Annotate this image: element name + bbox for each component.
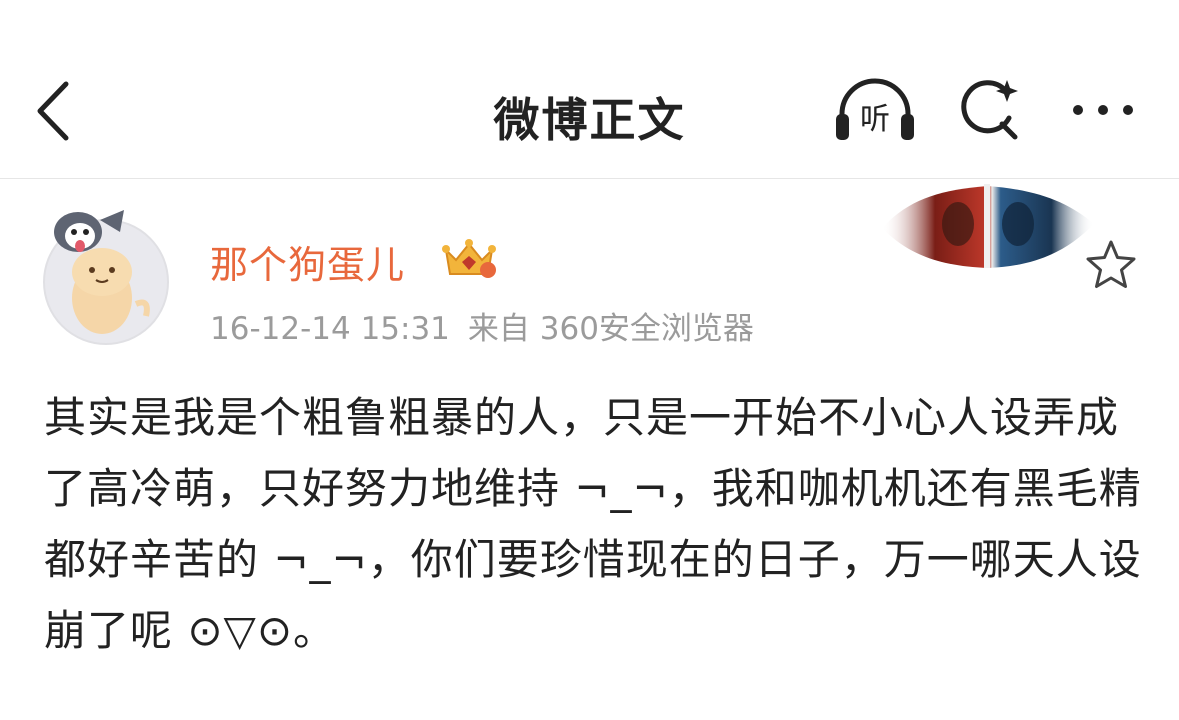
post-timestamp: 16-12-14 15:31 [210, 311, 450, 347]
star-outline-icon [1086, 240, 1136, 288]
avatar[interactable] [42, 206, 170, 346]
search-sparkle-icon [961, 80, 1018, 140]
listen-label: 听 [860, 102, 890, 137]
vip-crown-icon [440, 236, 498, 282]
top-nav-bar: 微博正文 听 [0, 0, 1179, 179]
post-source: 来自 360安全浏览器 [467, 311, 754, 347]
author-name[interactable]: 那个狗蛋儿 [210, 234, 405, 289]
post-meta: 16-12-14 15:31 来自 360安全浏览器 [210, 303, 754, 348]
post-content: 其实是我是个粗鲁粗暴的人，只是一开始不小心人设弄成了高冷萌，只好努力地维持 ¬_… [44, 393, 1142, 655]
favorite-button[interactable] [1084, 238, 1138, 292]
card-decoration-image [878, 180, 1098, 272]
search-button[interactable] [955, 74, 1025, 144]
listen-button[interactable]: 听 [832, 76, 918, 146]
more-button[interactable] [1068, 90, 1138, 130]
more-dots-icon [1073, 105, 1133, 115]
